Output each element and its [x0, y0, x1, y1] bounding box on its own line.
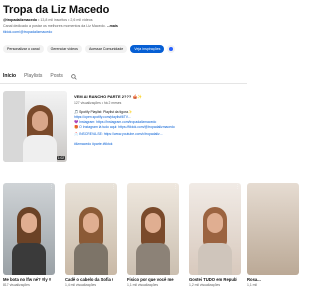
- short-views: 1,2 mil visualizações: [189, 283, 221, 287]
- thumbnail-person-shirt: [23, 135, 57, 162]
- tab-posts[interactable]: Posts: [50, 72, 63, 81]
- thumbnail-person-face: [32, 111, 48, 131]
- video-duration: 1:02: [56, 156, 65, 160]
- short-views: 1,1 mil: [247, 283, 257, 287]
- featured-desc-line: 🎵 Spotify Playlist: Playlist da tigora✨: [74, 110, 133, 114]
- short-views: 817 visualizações: [3, 283, 30, 287]
- thumbnail-wall: [3, 91, 25, 162]
- short-thumbnail[interactable]: [247, 183, 299, 275]
- short-person-face: [145, 213, 161, 233]
- short-thumbnail[interactable]: ⋮: [65, 183, 117, 275]
- featured-desc-link[interactable]: 📩 INSCREVA-SE: https://www.youtube.com/c…: [74, 132, 163, 136]
- short-title[interactable]: Gostei TUDO em Republic na Decoração #ly: [189, 277, 237, 282]
- channel-title: Tropa da Liz Macedo: [3, 4, 110, 16]
- short-person-body: [198, 243, 232, 275]
- featured-hashtags[interactable]: #lizmacedo #parte #tiktok: [74, 142, 112, 146]
- channel-link[interactable]: tiktok.com/@tropadalizmacedo: [3, 30, 52, 34]
- featured-desc-link[interactable]: 💜 Instagram: https://instagram.com/tropa…: [74, 120, 156, 124]
- short-background: [247, 183, 299, 275]
- short-person-face: [21, 213, 37, 233]
- search-icon[interactable]: [71, 73, 77, 80]
- more-icon[interactable]: ⋮: [235, 184, 240, 190]
- channel-meta: @tropadalizmacedo • 13,8 mil inscritos •…: [3, 18, 93, 22]
- channel-description[interactable]: Canal dedicado a postar os melhores mome…: [3, 24, 118, 28]
- short-title[interactable]: Cadê o cabelo da Sofia GENTE? #ly #lizma…: [65, 277, 113, 282]
- video-count: 2,6 mil vídeos: [70, 18, 93, 22]
- featured-video-meta: 127 visualizações • há 2 meses: [74, 101, 122, 105]
- short-person-body: [12, 243, 46, 275]
- channel-action-buttons: Personalizar o canal Gerenciar vídeos Ac…: [3, 45, 176, 53]
- community-button[interactable]: Acessar Comunidade: [84, 45, 128, 53]
- featured-desc-link[interactable]: 🎁 O Instagram lá tudo aqui: https://tikt…: [74, 125, 175, 129]
- short-person-body: [74, 243, 108, 275]
- studio-icon[interactable]: [167, 45, 176, 53]
- featured-video-thumbnail[interactable]: 1:02: [3, 91, 67, 162]
- channel-description-text: Canal dedicado a postar os melhores mome…: [3, 24, 106, 28]
- customize-channel-button[interactable]: Personalizar o canal: [3, 45, 44, 53]
- tab-playlists[interactable]: Playlists: [24, 72, 42, 81]
- short-person-face: [83, 213, 99, 233]
- short-title[interactable]: Rosa...: [247, 277, 295, 282]
- short-views: 1,1 mil visualizações: [127, 283, 159, 287]
- short-title[interactable]: Fisico por que você me pediu? #ly #lizma…: [127, 277, 175, 282]
- featured-video-title[interactable]: VEM AI RANCHO PARTE 2??? 🎪✨: [74, 94, 142, 99]
- more-icon[interactable]: ⋮: [49, 184, 54, 190]
- subscriber-count: 13,8 mil inscritos: [40, 18, 68, 22]
- tabs-divider: [0, 83, 247, 84]
- short-thumbnail[interactable]: ⋮: [3, 183, 55, 275]
- short-views: 1,4 mil visualizações: [65, 283, 97, 287]
- featured-desc-link[interactable]: https://open.spotify.com/playlist/6TV...: [74, 115, 131, 119]
- more-icon[interactable]: ⋮: [111, 184, 116, 190]
- short-title[interactable]: Me bota no lfw né? #ly #lizmacedo: [3, 277, 51, 282]
- short-thumbnail[interactable]: ⋮: [189, 183, 241, 275]
- channel-tabs: Início Playlists Posts: [3, 72, 77, 81]
- inspiration-button[interactable]: Veja inspirações: [130, 45, 165, 53]
- short-thumbnail[interactable]: ⋮: [127, 183, 179, 275]
- manage-videos-button[interactable]: Gerenciar vídeos: [46, 45, 82, 53]
- more-link[interactable]: ...mais: [107, 24, 118, 28]
- channel-handle: @tropadalizmacedo: [3, 18, 38, 22]
- tab-home[interactable]: Início: [3, 72, 16, 81]
- short-person-face: [207, 213, 223, 233]
- more-icon[interactable]: ⋮: [173, 184, 178, 190]
- shorts-shelf: ⋮ Me bota no lfw né? #ly #lizmacedo 817 …: [3, 183, 299, 296]
- short-person-body: [136, 243, 170, 275]
